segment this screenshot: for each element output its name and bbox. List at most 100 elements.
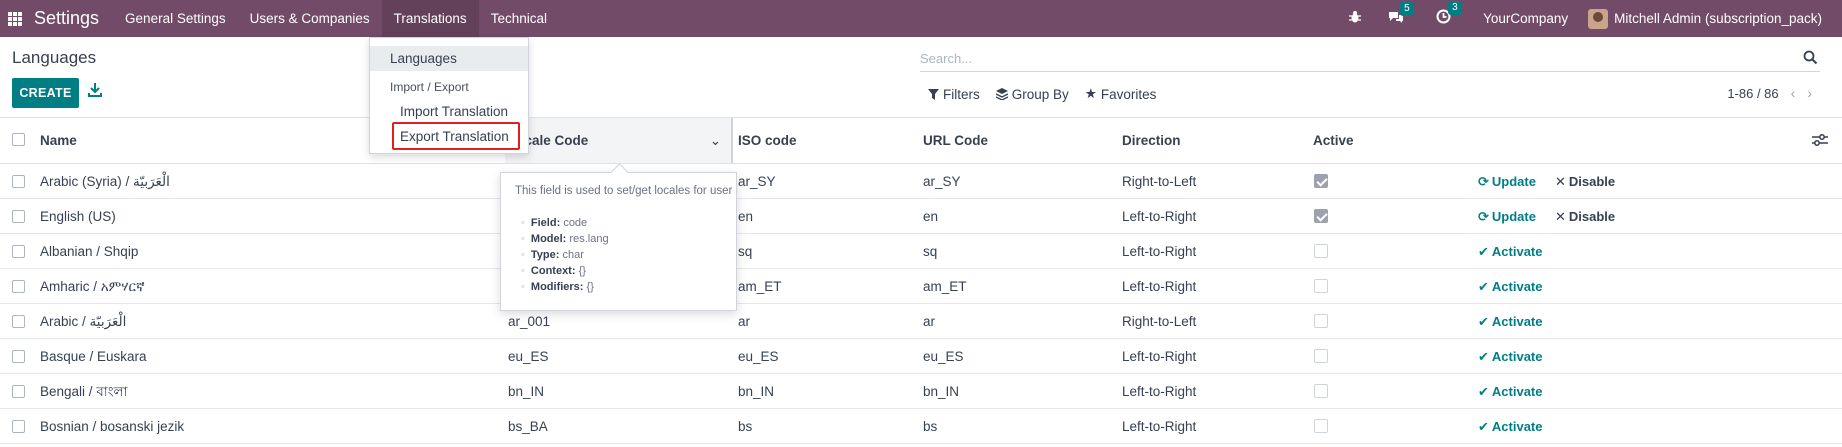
pager-value[interactable]: 1-86 / 86 (1727, 86, 1778, 101)
tooltip-type: Type: char (521, 249, 584, 261)
cell-iso-code: am_ET (738, 279, 782, 294)
cell-locale-code: bs_BA (508, 419, 548, 434)
activate-button[interactable]: ✔ Activate (1478, 234, 1542, 269)
dropdown-item-import-translation[interactable]: Import Translation (370, 99, 528, 124)
favorites-button[interactable]: ★ Favorites (1085, 86, 1157, 102)
row-checkbox[interactable] (12, 420, 25, 433)
column-name[interactable]: Name (40, 118, 77, 163)
create-button[interactable]: CREATE (12, 78, 79, 108)
table-row[interactable]: Arabic (Syria) / الْعَرَبيّةar_SYar_SYar… (0, 164, 1842, 199)
tooltip-field: Field: code (521, 217, 587, 229)
cell-iso-code: bs (738, 419, 753, 434)
field-tooltip: This field is used to set/get locales fo… (500, 172, 737, 311)
activate-button[interactable]: ✔ Activate (1478, 339, 1542, 374)
download-icon[interactable] (88, 82, 104, 100)
cell-name: Bosnian / bosanski jezik (40, 419, 185, 434)
cell-url-code: am_ET (923, 279, 967, 294)
tooltip-model: Model: res.lang (521, 233, 609, 245)
table-row[interactable]: English (US)en_USenenLeft-to-Right⟳Updat… (0, 199, 1842, 234)
row-checkbox[interactable] (12, 210, 25, 223)
column-iso-code[interactable]: ISO code (738, 118, 797, 163)
cell-locale-code: eu_ES (508, 349, 549, 364)
filters-button[interactable]: Filters (928, 86, 980, 102)
user-avatar (1588, 8, 1609, 29)
active-checkbox (1314, 279, 1328, 293)
export-translation-highlight (392, 122, 520, 150)
disable-button[interactable]: ✕ Disable (1555, 164, 1615, 199)
table-body: Arabic (Syria) / الْعَرَبيّة ar_SY ar_SYar… (0, 164, 1842, 444)
column-direction[interactable]: Direction (1122, 118, 1181, 163)
apps-menu-icon[interactable] (8, 11, 22, 26)
activities-icon[interactable]: 3 (1436, 1, 1462, 28)
cell-name: Amharic / አምሃርኛ (40, 279, 145, 294)
active-checkbox (1314, 314, 1328, 328)
activate-button[interactable]: ✔ Activate (1478, 304, 1542, 339)
update-button[interactable]: ⟳ Update (1478, 199, 1536, 234)
chevron-down-icon[interactable]: ⌄ (710, 118, 721, 163)
active-checkbox (1314, 244, 1328, 258)
user-menu[interactable]: Mitchell Admin (subscription_pack) (1588, 8, 1822, 29)
table-header: Name Locale Code ⌄ ISO code URL Code Dir… (0, 117, 1842, 164)
cell-iso-code: eu_ES (738, 349, 779, 364)
check-icon: ✔ (1478, 419, 1489, 434)
close-icon: ✕ (1555, 209, 1566, 224)
cell-name: Basque / Euskara (40, 349, 147, 364)
pager-previous-icon[interactable]: ‹ (1791, 85, 1796, 101)
disable-button[interactable]: ✕ Disable (1555, 199, 1615, 234)
navbar-systray: 5 3 YourCompany Mitchell Admin (subscrip… (1348, 0, 1822, 37)
update-button[interactable]: ⟳ Update (1478, 164, 1536, 199)
row-checkbox[interactable] (12, 280, 25, 293)
active-checkbox (1314, 209, 1328, 223)
messages-icon[interactable]: 5 (1388, 1, 1414, 28)
active-checkbox (1314, 349, 1328, 363)
app-brand[interactable]: Settings (34, 8, 99, 29)
cell-iso-code: ar (738, 314, 751, 329)
menu-general-settings[interactable]: General Settings (113, 0, 238, 37)
pager-next-icon[interactable]: › (1807, 85, 1812, 101)
company-switcher[interactable]: YourCompany (1483, 11, 1568, 26)
table-row[interactable]: Amharic / አምሃርኛam_ETam_ETam_ETLeft-to-Ri… (0, 269, 1842, 304)
dropdown-section-import-export: Import / Export (390, 80, 469, 94)
cell-direction: Left-to-Right (1122, 209, 1197, 224)
table-row[interactable]: Basque / Euskara eu_ES eu_ES eu_ES Left-to-R… (0, 339, 1842, 374)
row-checkbox[interactable] (12, 350, 25, 363)
menu-technical[interactable]: Technical (479, 0, 559, 37)
table-row[interactable]: Arabic / الْعَرَبيّة ar_001 ar ar Right-to-L… (0, 304, 1842, 339)
cell-url-code: en (923, 209, 939, 224)
cell-url-code: ar_SY (923, 174, 961, 189)
activate-button[interactable]: ✔ Activate (1478, 374, 1542, 409)
menu-translations[interactable]: Translations (381, 0, 479, 37)
tooltip-context: Context: {} (521, 265, 586, 277)
row-checkbox[interactable] (12, 245, 25, 258)
languages-table: Name Locale Code ⌄ ISO code URL Code Dir… (0, 117, 1842, 444)
refresh-icon: ⟳ (1478, 174, 1489, 189)
cell-locale-code: bn_IN (508, 384, 545, 399)
search-bar (920, 46, 1820, 72)
cell-url-code: ar (923, 314, 936, 329)
menu-users-companies[interactable]: Users & Companies (238, 0, 382, 37)
column-locale-code[interactable]: Locale Code ⌄ (505, 118, 733, 163)
activate-button[interactable]: ✔ Activate (1478, 409, 1542, 444)
search-icon[interactable] (1803, 50, 1818, 65)
activate-button[interactable]: ✔ Activate (1478, 269, 1542, 304)
dropdown-item-languages[interactable]: Languages (370, 46, 528, 71)
group-by-button[interactable]: Group By (995, 86, 1069, 102)
messages-count-badge: 5 (1400, 1, 1414, 16)
table-row[interactable]: Bosnian / bosanski jezik bs_BA bs bs Left-to… (0, 409, 1842, 444)
refresh-icon: ⟳ (1478, 209, 1489, 224)
search-input[interactable] (920, 46, 1780, 70)
row-checkbox[interactable] (12, 175, 25, 188)
row-checkbox[interactable] (12, 385, 25, 398)
close-icon: ✕ (1555, 174, 1566, 189)
table-row[interactable]: Bengali / বাংলা bn_IN bn_IN bn_IN Left-to-Ri… (0, 374, 1842, 409)
column-url-code[interactable]: URL Code (923, 118, 988, 163)
table-row[interactable]: Albanian / Shqipsq_ALsqsqLeft-to-Right✔A… (0, 234, 1842, 269)
debug-icon[interactable] (1348, 10, 1362, 28)
cell-iso-code: bn_IN (738, 384, 775, 399)
select-all-checkbox[interactable] (12, 133, 25, 146)
cell-name: Arabic (Syria) / الْعَرَبيّة (40, 174, 170, 189)
row-checkbox[interactable] (12, 315, 25, 328)
optional-columns-icon[interactable] (1812, 133, 1828, 147)
column-active[interactable]: Active (1313, 118, 1354, 163)
cell-iso-code: ar_SY (738, 174, 776, 189)
